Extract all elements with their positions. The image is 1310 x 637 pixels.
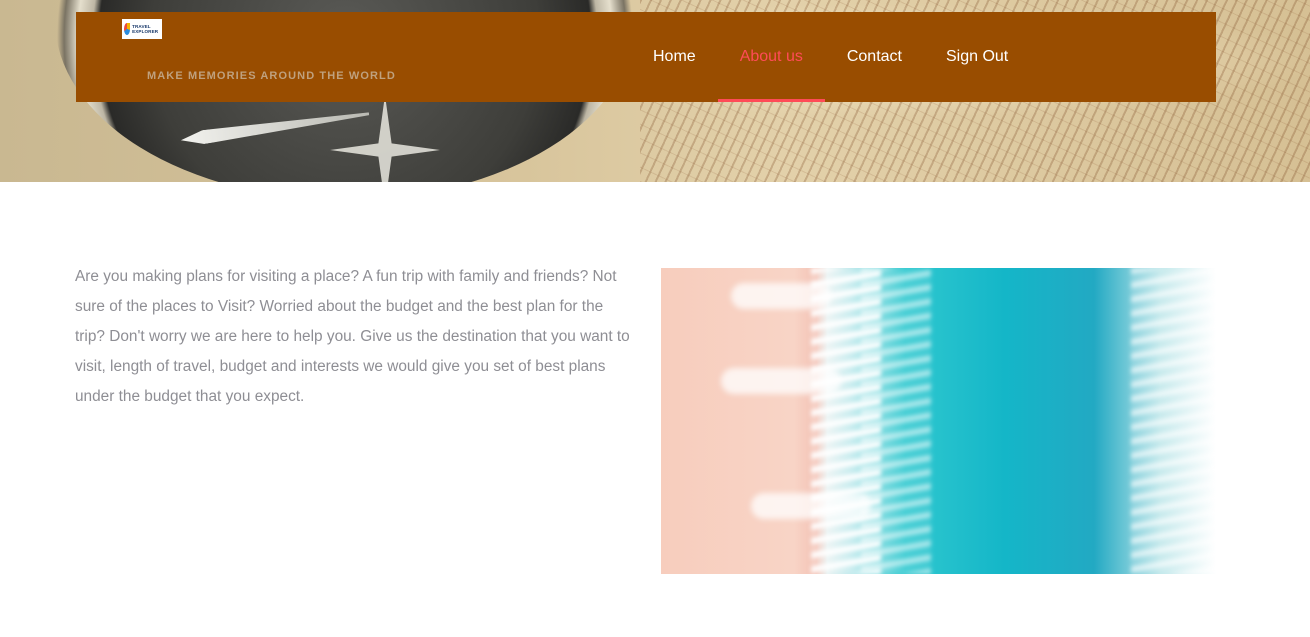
surf-foam — [1131, 268, 1216, 574]
site-tagline: MAKE MEMORIES AROUND THE WORLD — [147, 70, 396, 82]
logo-text: TRAVEL EXPLORER — [132, 24, 159, 34]
nav-about-us[interactable]: About us — [717, 12, 825, 102]
beach-aerial-image — [661, 268, 1216, 574]
logo-swoosh-icon — [124, 23, 131, 35]
site-logo[interactable]: TRAVEL EXPLORER — [122, 19, 162, 39]
main-nav: Home About us Contact Sign Out — [631, 12, 1030, 102]
surf-foam — [861, 268, 931, 574]
nav-home[interactable]: Home — [631, 12, 718, 102]
nav-contact[interactable]: Contact — [825, 12, 924, 102]
navbar: TRAVEL EXPLORER MAKE MEMORIES AROUND THE… — [76, 12, 1216, 102]
nav-sign-out[interactable]: Sign Out — [924, 12, 1030, 102]
about-paragraph: Are you making plans for visiting a plac… — [75, 268, 630, 405]
